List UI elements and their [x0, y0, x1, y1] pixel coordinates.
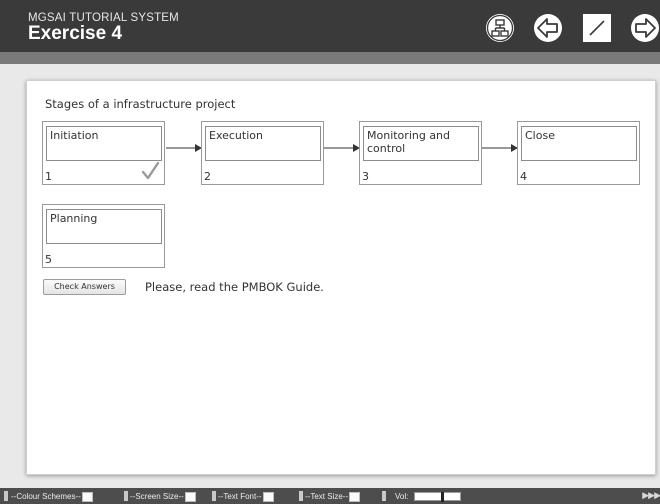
- back-arrow-icon[interactable]: [533, 13, 563, 43]
- question-text: Stages of a infrastructure project: [45, 97, 236, 111]
- text-size-select[interactable]: --Text Size--: [305, 491, 361, 503]
- stage-label[interactable]: Initiation: [46, 126, 162, 161]
- text-font-select[interactable]: --Text Font--: [218, 491, 274, 503]
- dropdown-box-icon[interactable]: [184, 491, 196, 502]
- stage-number: 5: [45, 253, 52, 266]
- volume-label: Vol:: [395, 492, 409, 501]
- dropdown-box-icon[interactable]: [349, 491, 361, 502]
- check-mark-icon: [141, 161, 160, 180]
- tutorial-window: MGSAI TUTORIAL SYSTEM Exercise 4 Stages …: [0, 0, 660, 504]
- sitemap-icon[interactable]: [485, 13, 515, 43]
- stage-number: 2: [204, 170, 211, 183]
- screen-size-label: --Screen Size--: [130, 492, 184, 501]
- exercise-title: Exercise 4: [28, 23, 123, 44]
- settings-toolbar: --Colour Schemes-- --Screen Size-- --Tex…: [0, 488, 660, 504]
- toolbar-separator: [299, 491, 303, 501]
- stage-box-2[interactable]: Execution 2: [201, 121, 324, 185]
- stage-label[interactable]: Planning: [46, 209, 162, 244]
- stage-label[interactable]: Monitoring and control: [363, 126, 479, 161]
- header-bar: MGSAI TUTORIAL SYSTEM Exercise 4: [0, 0, 660, 52]
- stage-number: 4: [520, 170, 527, 183]
- toolbar-separator: [382, 491, 386, 501]
- volume-fill: [415, 493, 442, 500]
- stage-number: 1: [45, 170, 52, 183]
- check-answers-button[interactable]: Check Answers: [43, 279, 126, 295]
- stage-number: 3: [362, 170, 369, 183]
- colour-schemes-label: --Colour Schemes--: [11, 492, 81, 501]
- text-font-label: --Text Font--: [218, 492, 262, 501]
- stage-box-4[interactable]: Close 4: [517, 121, 640, 185]
- volume-knob[interactable]: [441, 492, 444, 502]
- screen-size-select[interactable]: --Screen Size--: [130, 491, 196, 503]
- forward-arrow-icon[interactable]: [630, 13, 660, 43]
- colour-schemes-select[interactable]: --Colour Schemes--: [11, 491, 93, 503]
- flow-arrow: [482, 143, 518, 153]
- flow-arrow: [166, 143, 202, 153]
- feedback-text: Please, read the PMBOK Guide.: [145, 280, 324, 294]
- stage-label[interactable]: Close: [521, 126, 637, 161]
- text-size-label: --Text Size--: [305, 492, 349, 501]
- play-forward-icon[interactable]: ▶▶▶: [642, 491, 660, 501]
- dropdown-box-icon[interactable]: [262, 491, 274, 502]
- stage-box-1[interactable]: Initiation 1: [42, 121, 165, 185]
- toolbar-separator: [4, 491, 8, 501]
- stage-label[interactable]: Execution: [205, 126, 321, 161]
- header-subbar: [0, 52, 660, 64]
- pencil-icon[interactable]: [582, 13, 612, 43]
- stage-box-5[interactable]: Planning 5: [42, 204, 165, 268]
- flow-arrow: [324, 143, 360, 153]
- stage-box-3[interactable]: Monitoring and control 3: [359, 121, 482, 185]
- exercise-panel: Stages of a infrastructure project Initi…: [26, 80, 656, 475]
- toolbar-separator: [212, 491, 216, 501]
- toolbar-separator: [124, 491, 128, 501]
- dropdown-box-icon[interactable]: [81, 491, 93, 502]
- volume-slider[interactable]: [414, 492, 461, 502]
